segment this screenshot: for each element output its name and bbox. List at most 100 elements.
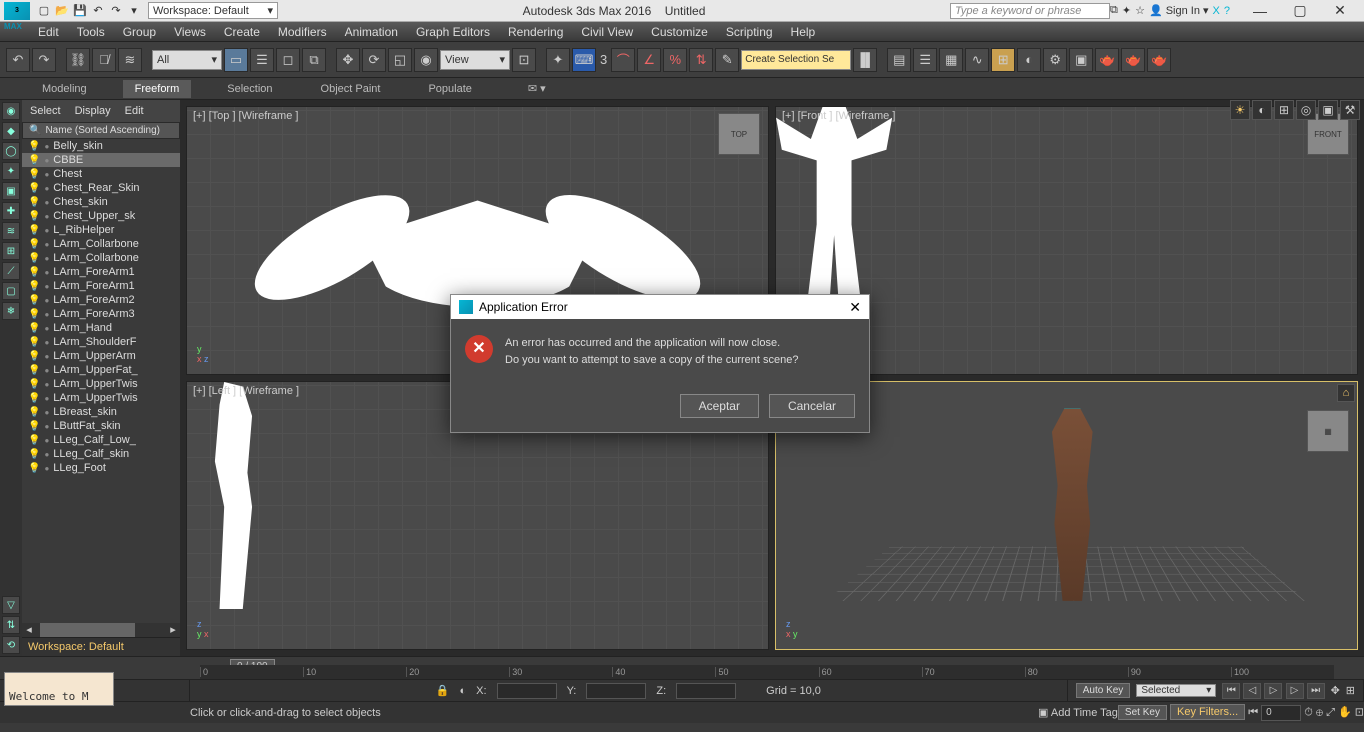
scene-item[interactable]: 💡●LLeg_Foot xyxy=(22,461,180,475)
rect-region-button[interactable]: ◻ xyxy=(276,48,300,72)
edit-named-sel-button[interactable]: ✎ xyxy=(715,48,739,72)
exchange-icon[interactable]: X xyxy=(1213,5,1220,17)
menu-animation[interactable]: Animation xyxy=(345,25,398,39)
scale-button[interactable]: ◱ xyxy=(388,48,412,72)
vp-top-label[interactable]: [+] [Top ] [Wireframe ] xyxy=(193,110,298,122)
vp-left-label[interactable]: [+] [Left ] [Wireframe ] xyxy=(193,385,299,397)
se-container-icon[interactable]: ▢ xyxy=(2,282,20,300)
menu-group[interactable]: Group xyxy=(123,25,156,39)
lock-icon[interactable]: 🔒 xyxy=(436,684,450,697)
render-setup-button[interactable]: ⚙ xyxy=(1043,48,1067,72)
menu-rendering[interactable]: Rendering xyxy=(508,25,563,39)
move-button[interactable]: ✥ xyxy=(336,48,360,72)
percent-snap-button[interactable]: % xyxy=(663,48,687,72)
ribbon-mail-icon[interactable]: ✉ ▾ xyxy=(528,82,546,95)
time-config-icon[interactable]: ⏱ xyxy=(1304,706,1313,718)
dialog-cancel-button[interactable]: Cancelar xyxy=(769,394,855,418)
prev-frame-button[interactable]: ◁ xyxy=(1243,683,1261,699)
dialog-titlebar[interactable]: Application Error ✕ xyxy=(451,295,869,319)
close-button[interactable]: ✕ xyxy=(1320,1,1360,21)
goto-start-button[interactable]: ⏮ xyxy=(1222,683,1240,699)
se-filter-icon[interactable]: ◉ xyxy=(2,102,20,120)
vp-home-icon[interactable]: ⌂ xyxy=(1337,384,1355,402)
toggle-ribbon-button[interactable]: ▦ xyxy=(939,48,963,72)
manipulate-button[interactable]: ✦ xyxy=(546,48,570,72)
snap-toggle-button[interactable]: ⌒ xyxy=(611,48,635,72)
se-display-icon[interactable]: ▽ xyxy=(2,596,20,614)
unlink-button[interactable]: ⛓̸ xyxy=(92,48,116,72)
app-logo[interactable]: 3 xyxy=(4,2,30,20)
mirror-button[interactable]: ▐▌ xyxy=(853,48,877,72)
help-icon[interactable]: ? xyxy=(1224,5,1230,17)
save-icon[interactable]: 💾 xyxy=(72,3,88,19)
vp-nav3-icon[interactable]: ⊕ xyxy=(1316,706,1323,718)
select-object-button[interactable]: ▭ xyxy=(224,48,248,72)
ref-coord-dropdown[interactable]: View▾ xyxy=(440,50,510,70)
menu-views[interactable]: Views xyxy=(174,25,206,39)
keyfilters-button[interactable]: Key Filters... xyxy=(1170,704,1245,720)
menu-graph-editors[interactable]: Graph Editors xyxy=(416,25,490,39)
open-icon[interactable]: 📂 xyxy=(54,3,70,19)
bind-spacewarp-button[interactable]: ≋ xyxy=(118,48,142,72)
scene-item[interactable]: 💡●LArm_UpperFat_ xyxy=(22,363,180,377)
sunlight-icon[interactable]: ☀ xyxy=(1230,100,1250,120)
se-sync-icon[interactable]: ⟲ xyxy=(2,636,20,654)
scene-item[interactable]: 💡●Chest xyxy=(22,167,180,181)
viewcube-top[interactable]: TOP xyxy=(718,113,760,155)
scene-item[interactable]: 💡●Chest_Rear_Skin xyxy=(22,181,180,195)
material-editor-button[interactable]: ◐ xyxy=(1017,48,1041,72)
dialog-accept-button[interactable]: Aceptar xyxy=(680,394,759,418)
vp-config-icon[interactable]: ⚒ xyxy=(1340,100,1360,120)
se-shape-icon[interactable]: ◯ xyxy=(2,142,20,160)
menu-edit[interactable]: Edit xyxy=(38,25,59,39)
z-input[interactable] xyxy=(676,683,736,699)
curve-editor-button[interactable]: ∿ xyxy=(965,48,989,72)
se-group-icon[interactable]: ⊞ xyxy=(2,242,20,260)
se-menu-select[interactable]: Select xyxy=(30,105,61,117)
project-icon[interactable]: ▾ xyxy=(126,3,142,19)
ribbon-tab-freeform[interactable]: Freeform xyxy=(123,80,192,98)
goto-end-button[interactable]: ⏭ xyxy=(1307,683,1325,699)
x-input[interactable] xyxy=(497,683,557,699)
scene-item[interactable]: 💡●LLeg_Calf_skin xyxy=(22,447,180,461)
communication-icon[interactable]: ✦ xyxy=(1122,4,1131,17)
se-geom-icon[interactable]: ◆ xyxy=(2,122,20,140)
key-prev-icon[interactable]: ⏮ xyxy=(1248,706,1258,718)
add-time-tag[interactable]: Add Time Tag xyxy=(1051,707,1118,719)
undo-button[interactable]: ↶ xyxy=(6,48,30,72)
timetag-icon[interactable]: ▣ xyxy=(1038,707,1048,719)
scene-item[interactable]: 💡●LArm_Collarbone xyxy=(22,237,180,251)
vp-front-label[interactable]: [+] [Front ] [Wireframe ] xyxy=(782,110,895,122)
menu-customize[interactable]: Customize xyxy=(651,25,708,39)
dialog-close-button[interactable]: ✕ xyxy=(849,299,861,316)
xview-icon[interactable]: ⊞ xyxy=(1274,100,1294,120)
vp-nav1-icon[interactable]: ✥ xyxy=(1331,684,1340,697)
ribbon-tab-object paint[interactable]: Object Paint xyxy=(309,80,393,98)
maximize-button[interactable]: ▢ xyxy=(1280,1,1320,21)
render-activeshade-button[interactable]: 🫖 xyxy=(1147,48,1171,72)
menu-tools[interactable]: Tools xyxy=(77,25,105,39)
undo-icon[interactable]: ↶ xyxy=(90,3,106,19)
help-search-input[interactable]: Type a keyword or phrase xyxy=(950,3,1110,19)
favorites-icon[interactable]: ☆ xyxy=(1135,4,1145,17)
menu-modifiers[interactable]: Modifiers xyxy=(278,25,327,39)
menu-scripting[interactable]: Scripting xyxy=(726,25,773,39)
render-production-button[interactable]: 🫖 xyxy=(1095,48,1119,72)
menu-civil-view[interactable]: Civil View xyxy=(581,25,633,39)
play-button[interactable]: ▷ xyxy=(1264,683,1282,699)
next-frame-button[interactable]: ▷ xyxy=(1286,683,1304,699)
render-iterative-button[interactable]: 🫖 xyxy=(1121,48,1145,72)
signin-button[interactable]: 👤 Sign In ▾ xyxy=(1149,4,1209,17)
current-frame-input[interactable] xyxy=(1261,705,1301,721)
env-icon[interactable]: ◎ xyxy=(1296,100,1316,120)
scene-item[interactable]: 💡●LArm_ForeArm2 xyxy=(22,293,180,307)
safe-frame-icon[interactable]: ▣ xyxy=(1318,100,1338,120)
scene-item[interactable]: 💡●LArm_UpperTwis xyxy=(22,377,180,391)
scene-item[interactable]: 💡●LArm_Hand xyxy=(22,321,180,335)
scene-item[interactable]: 💡●LArm_ForeArm1 xyxy=(22,279,180,293)
rendered-frame-button[interactable]: ▣ xyxy=(1069,48,1093,72)
isolate-icon[interactable]: ◐ xyxy=(460,685,467,697)
scene-item[interactable]: 💡●LArm_UpperArm xyxy=(22,349,180,363)
menu-create[interactable]: Create xyxy=(224,25,260,39)
se-frozen-icon[interactable]: ❄ xyxy=(2,302,20,320)
